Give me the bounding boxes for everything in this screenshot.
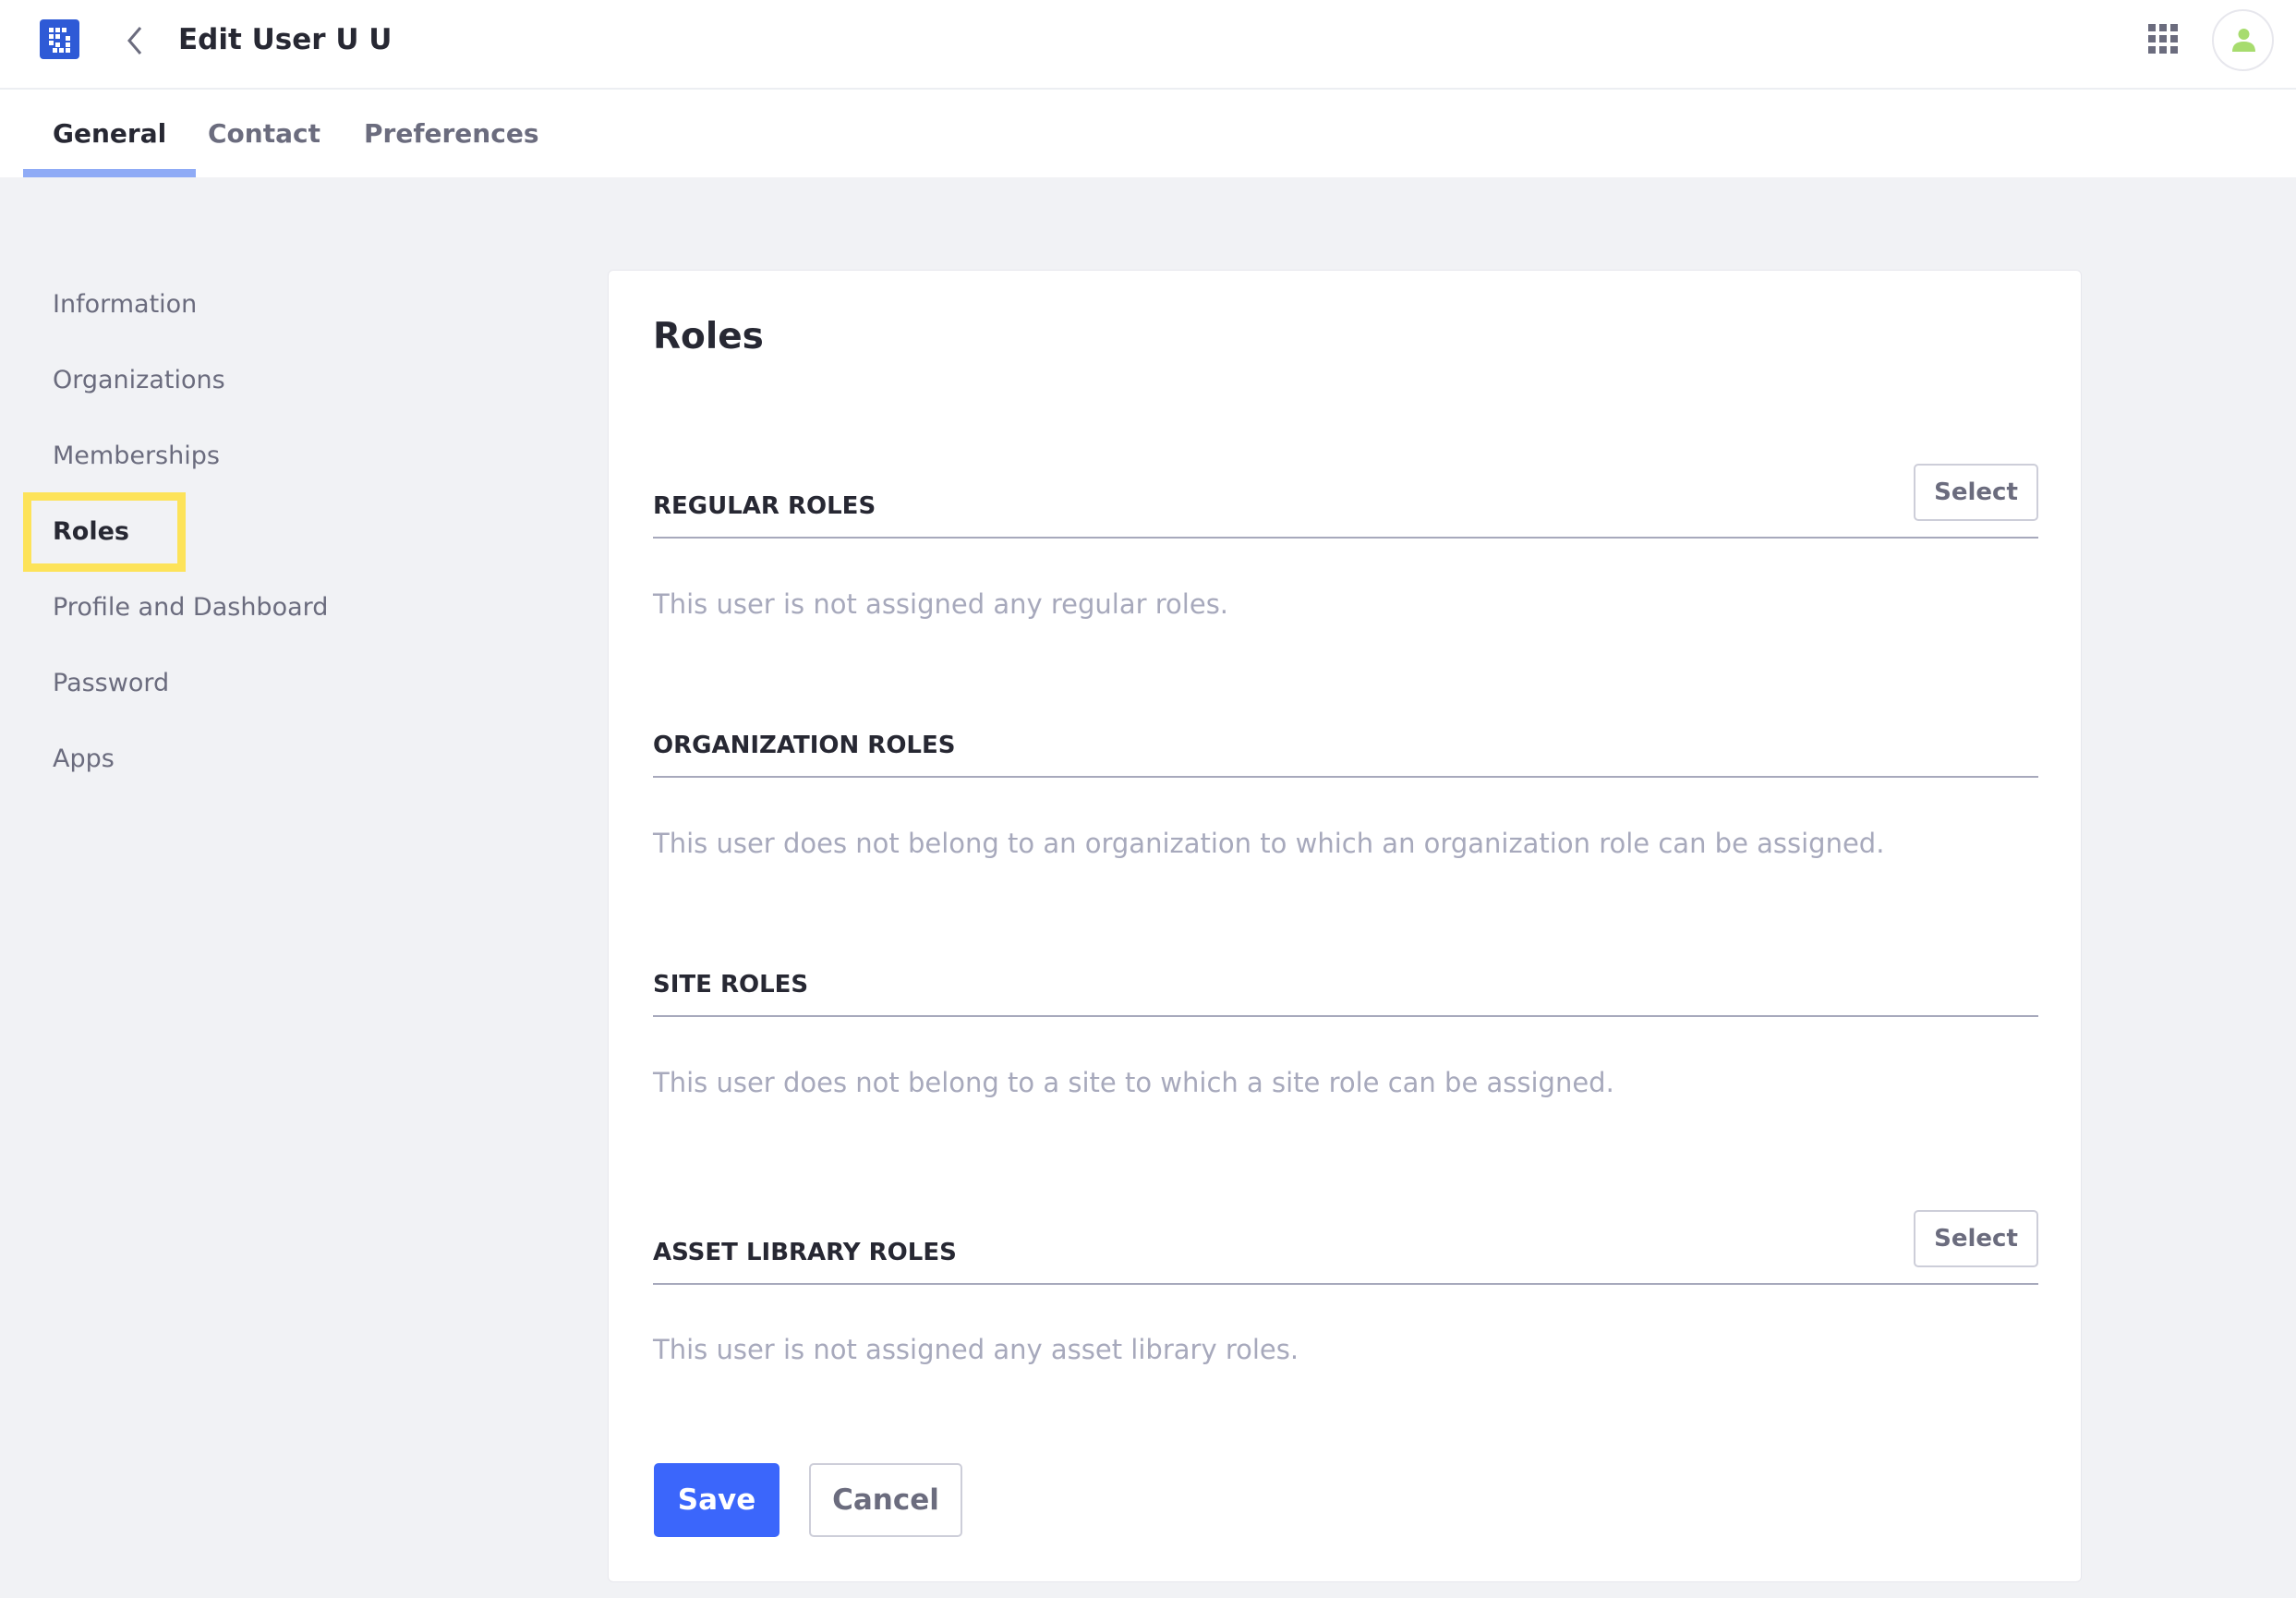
sidebar-item-profile-and-dashboard[interactable]: Profile and Dashboard <box>53 589 328 626</box>
product-logo-icon[interactable] <box>40 19 79 59</box>
page-title: Edit User U U <box>178 23 393 56</box>
section-title: Roles <box>653 316 764 357</box>
select-asset-library-roles-button[interactable]: Select <box>1914 1210 2038 1267</box>
tab-contact[interactable]: Contact <box>178 90 350 177</box>
sidebar-item-roles[interactable]: Roles <box>53 514 129 551</box>
site-roles-heading: SITE ROLES <box>653 971 809 999</box>
organization-roles-empty-text: This user does not belong to an organiza… <box>653 828 1885 859</box>
cancel-button[interactable]: Cancel <box>809 1463 962 1537</box>
tab-bar: General Contact Preferences <box>0 90 2296 177</box>
regular-roles-heading: REGULAR ROLES <box>653 492 876 520</box>
select-regular-roles-button[interactable]: Select <box>1914 464 2038 521</box>
sidebar-item-information[interactable]: Information <box>53 286 197 323</box>
sidebar-item-password[interactable]: Password <box>53 665 169 702</box>
top-header: Edit User U U <box>0 0 2296 90</box>
asset-library-roles-heading: ASSET LIBRARY ROLES <box>653 1239 957 1266</box>
chevron-left-icon[interactable] <box>122 22 150 59</box>
sidebar-item-organizations[interactable]: Organizations <box>53 362 225 399</box>
avatar[interactable] <box>2212 9 2274 71</box>
apps-grid-icon[interactable] <box>2148 24 2180 55</box>
regular-roles-empty-text: This user is not assigned any regular ro… <box>653 588 1229 620</box>
divider <box>653 537 2038 539</box>
site-roles-empty-text: This user does not belong to a site to w… <box>653 1067 1614 1098</box>
tab-general[interactable]: General <box>23 90 197 177</box>
divider <box>653 1015 2038 1017</box>
divider <box>653 1283 2038 1285</box>
save-button[interactable]: Save <box>654 1463 779 1537</box>
asset-library-roles-empty-text: This user is not assigned any asset libr… <box>653 1334 1299 1365</box>
roles-panel: Roles REGULAR ROLES Select This user is … <box>608 270 2082 1582</box>
sidebar-item-memberships[interactable]: Memberships <box>53 438 220 475</box>
divider <box>653 776 2038 778</box>
organization-roles-heading: ORGANIZATION ROLES <box>653 732 956 759</box>
user-icon <box>2232 29 2255 52</box>
sidebar-item-apps[interactable]: Apps <box>53 741 115 778</box>
tab-preferences[interactable]: Preferences <box>334 90 568 177</box>
